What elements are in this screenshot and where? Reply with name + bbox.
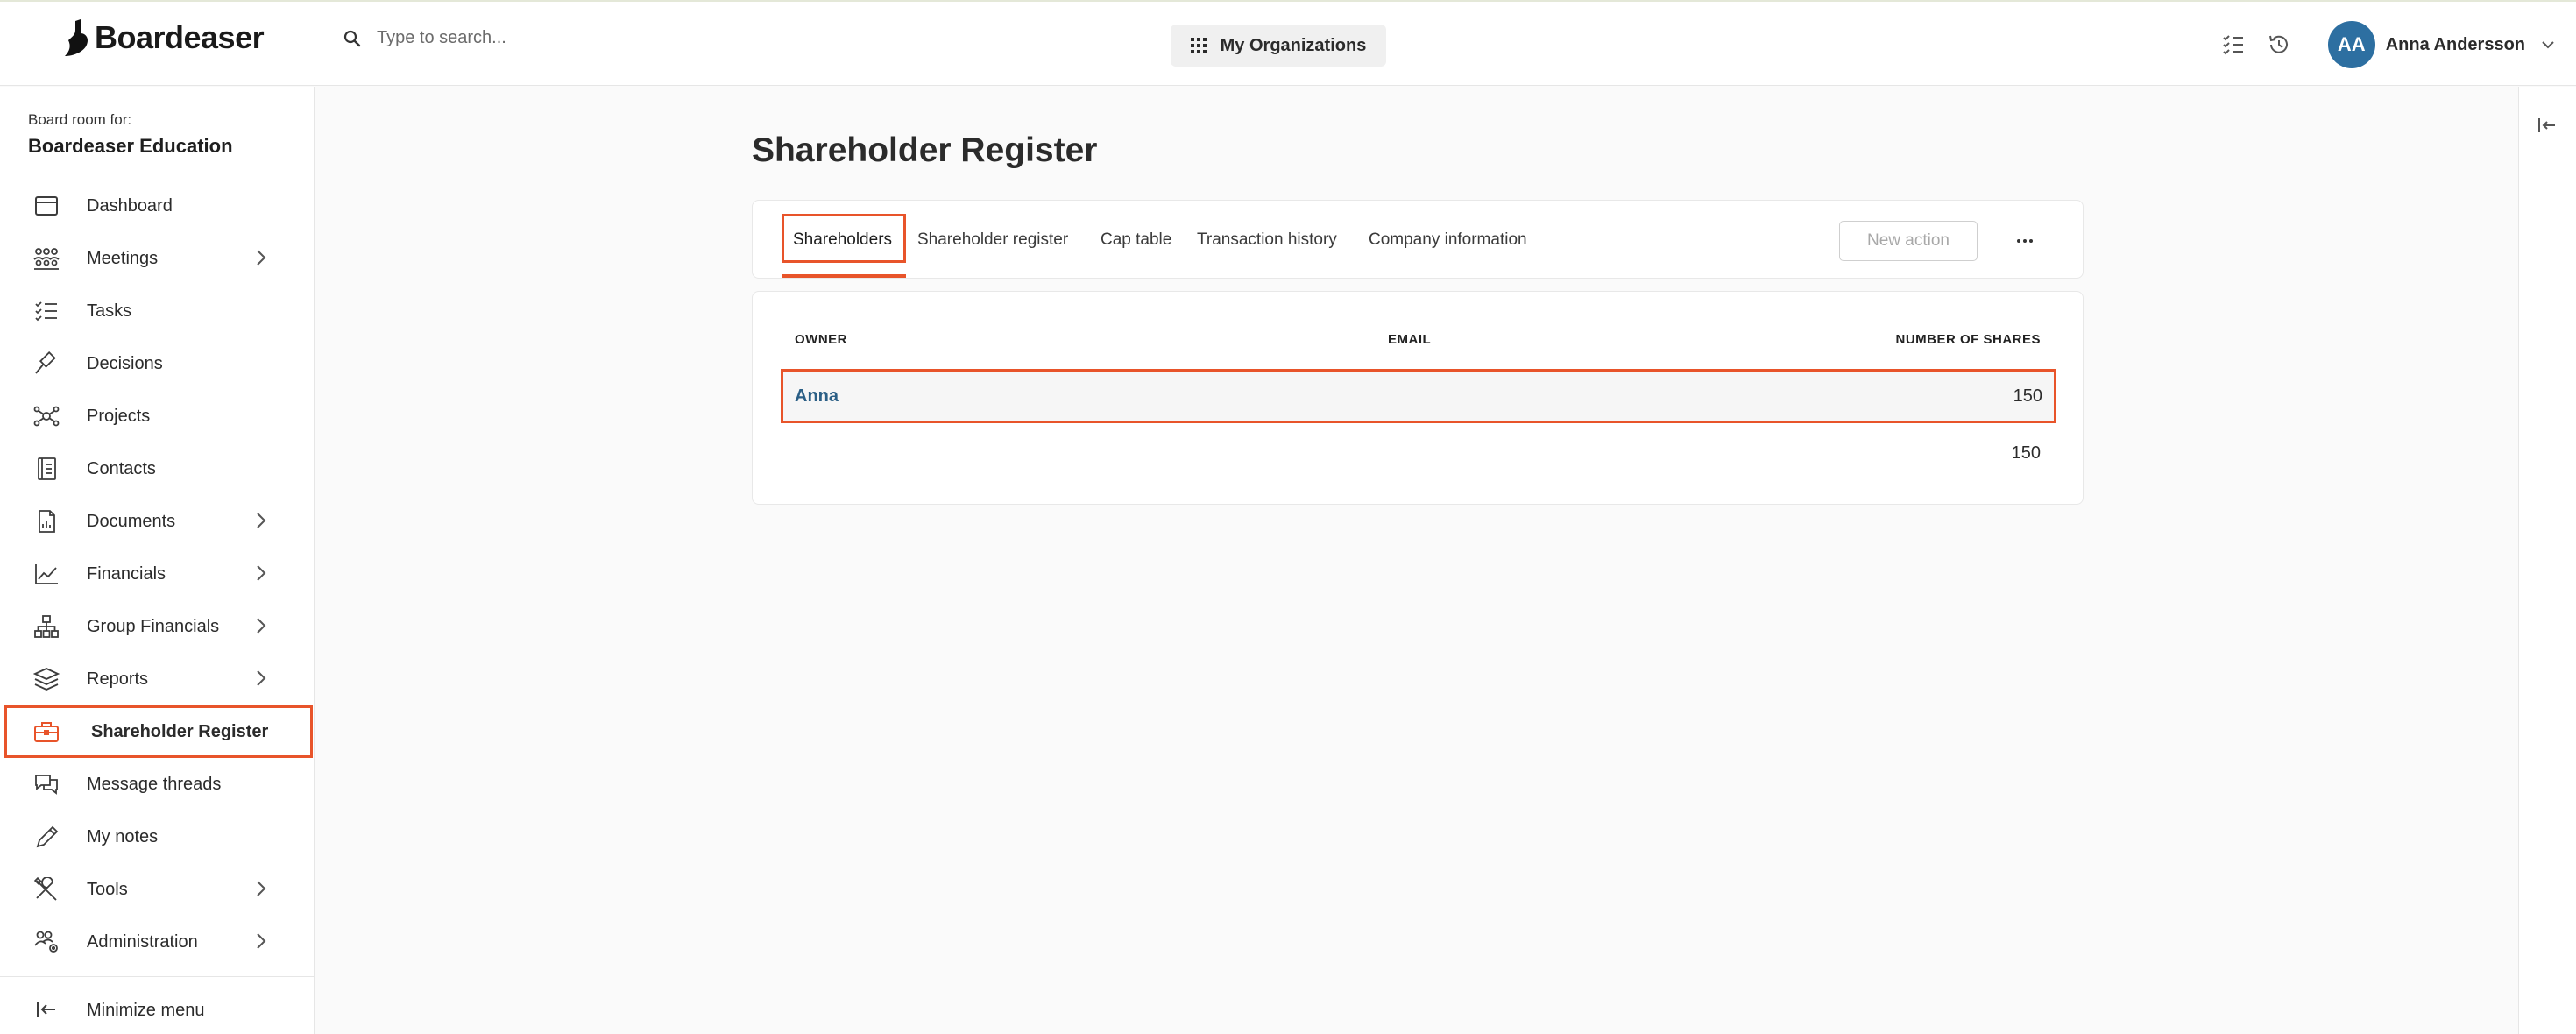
- sidebar-item-label: Decisions: [87, 353, 163, 373]
- admin-users-icon: [33, 930, 60, 954]
- tasks-checklist-icon[interactable]: [2211, 22, 2256, 67]
- avatar[interactable]: AA: [2327, 21, 2375, 68]
- shareholders-table: OWNER EMAIL NUMBER OF SHARES Anna 150 15…: [752, 291, 2084, 505]
- sidebar-item-meetings[interactable]: Meetings: [0, 232, 315, 285]
- tab-transaction-history[interactable]: Transaction history: [1197, 201, 1337, 280]
- chevron-right-icon: [256, 669, 266, 687]
- sidebar-item-label: Dashboard: [87, 195, 173, 216]
- total-shares: 150: [2011, 443, 2041, 463]
- address-book-icon: [33, 457, 60, 481]
- sidebar-item-contacts[interactable]: Contacts: [0, 443, 315, 495]
- sidebar-item-financials[interactable]: Financials: [0, 548, 315, 600]
- tab-cap-table[interactable]: Cap table: [1100, 201, 1171, 280]
- column-header-owner[interactable]: OWNER: [795, 332, 847, 347]
- meeting-icon: [33, 246, 60, 271]
- sidebar-item-label: Shareholder Register: [91, 721, 269, 741]
- sidebar-item-documents[interactable]: Documents: [0, 495, 315, 548]
- chevron-right-icon: [256, 564, 266, 582]
- table-row[interactable]: Anna 150: [781, 369, 2056, 423]
- more-options-icon[interactable]: [2007, 223, 2042, 258]
- sidebar-item-administration[interactable]: Administration: [0, 916, 315, 968]
- brand-name: Boardeaser: [95, 19, 265, 55]
- pencil-icon: [33, 825, 60, 849]
- my-organizations-button[interactable]: My Organizations: [1171, 25, 1386, 67]
- chevron-right-icon: [256, 880, 266, 897]
- sidebar-item-decisions[interactable]: Decisions: [0, 337, 315, 390]
- boardroom-name[interactable]: Boardeaser Education: [28, 135, 233, 158]
- calendar-icon: [33, 194, 60, 218]
- minimize-menu-button[interactable]: Minimize menu: [0, 989, 315, 1033]
- history-icon[interactable]: [2256, 22, 2302, 67]
- sidebar-item-label: Meetings: [87, 248, 159, 268]
- tab-shareholders[interactable]: Shareholders: [793, 201, 892, 280]
- sidebar-item-label: Message threads: [87, 774, 222, 794]
- top-bar: Boardeaser My Organizations: [0, 0, 2576, 86]
- boardeaser-logo[interactable]: Boardeaser: [63, 19, 265, 56]
- sidebar-item-dashboard[interactable]: Dashboard: [0, 180, 315, 232]
- tabs-card: Shareholders Shareholder register Cap ta…: [752, 200, 2084, 279]
- user-name[interactable]: Anna Andersson: [2386, 35, 2525, 55]
- sidebar-nav: Dashboard Meetings Tasks Decisions Proje…: [0, 180, 315, 968]
- layers-icon: [33, 667, 60, 691]
- right-panel: [2518, 87, 2576, 1034]
- tab-shareholder-register[interactable]: Shareholder register: [917, 201, 1068, 280]
- network-icon: [33, 404, 60, 428]
- sidebar-divider: [0, 976, 315, 977]
- chevron-down-icon[interactable]: [2541, 40, 2555, 49]
- sidebar: Board room for: Boardeaser Education Das…: [0, 87, 315, 1034]
- expand-panel-icon[interactable]: [2537, 115, 2558, 136]
- column-header-email[interactable]: EMAIL: [1388, 332, 1431, 347]
- sidebar-item-label: Contacts: [87, 458, 156, 478]
- my-organizations-label: My Organizations: [1220, 35, 1367, 55]
- org-chart-icon: [33, 614, 60, 639]
- tab-company-information[interactable]: Company information: [1369, 201, 1527, 280]
- sidebar-item-label: Projects: [87, 406, 151, 426]
- search-icon: [343, 30, 361, 47]
- shares-value: 150: [2013, 386, 2042, 406]
- search-bar[interactable]: [343, 28, 832, 48]
- sidebar-item-label: Group Financials: [87, 616, 220, 636]
- task-list-icon: [33, 299, 60, 323]
- sidebar-item-label: Tasks: [87, 301, 132, 321]
- sidebar-item-my-notes[interactable]: My notes: [0, 811, 315, 863]
- sidebar-item-message-threads[interactable]: Message threads: [0, 758, 315, 811]
- sidebar-item-tasks[interactable]: Tasks: [0, 285, 315, 337]
- collapse-left-icon: [35, 998, 58, 1021]
- boardroom-label: Board room for:: [28, 111, 132, 128]
- chevron-right-icon: [256, 249, 266, 266]
- gavel-icon: [33, 351, 60, 376]
- page-title: Shareholder Register: [752, 131, 1098, 169]
- column-header-shares[interactable]: NUMBER OF SHARES: [1895, 332, 2041, 347]
- sidebar-item-label: Administration: [87, 931, 198, 952]
- chevron-right-icon: [256, 512, 266, 529]
- sidebar-item-label: My notes: [87, 826, 159, 846]
- new-action-button[interactable]: New action: [1839, 221, 1978, 261]
- sidebar-item-label: Documents: [87, 511, 176, 531]
- line-chart-icon: [33, 562, 60, 586]
- chevron-right-icon: [256, 932, 266, 950]
- document-icon: [33, 509, 60, 534]
- sidebar-item-shareholder-register[interactable]: Shareholder Register: [4, 705, 313, 758]
- top-right-actions: AA Anna Andersson: [2211, 21, 2555, 68]
- sidebar-item-reports[interactable]: Reports: [0, 653, 315, 705]
- owner-link[interactable]: Anna: [795, 386, 839, 407]
- briefcase-icon: [33, 719, 60, 744]
- minimize-menu-label: Minimize menu: [87, 1001, 205, 1020]
- sidebar-item-label: Financials: [87, 563, 166, 584]
- chat-icon: [33, 772, 60, 797]
- sidebar-item-tools[interactable]: Tools: [0, 863, 315, 916]
- search-input[interactable]: [377, 28, 832, 48]
- sidebar-item-projects[interactable]: Projects: [0, 390, 315, 443]
- logo-mark-icon: [63, 19, 89, 56]
- tools-icon: [33, 877, 60, 902]
- sidebar-item-label: Reports: [87, 669, 149, 689]
- chevron-right-icon: [256, 617, 266, 634]
- grid-icon: [1190, 38, 1207, 53]
- sidebar-item-label: Tools: [87, 879, 128, 899]
- sidebar-item-group-financials[interactable]: Group Financials: [0, 600, 315, 653]
